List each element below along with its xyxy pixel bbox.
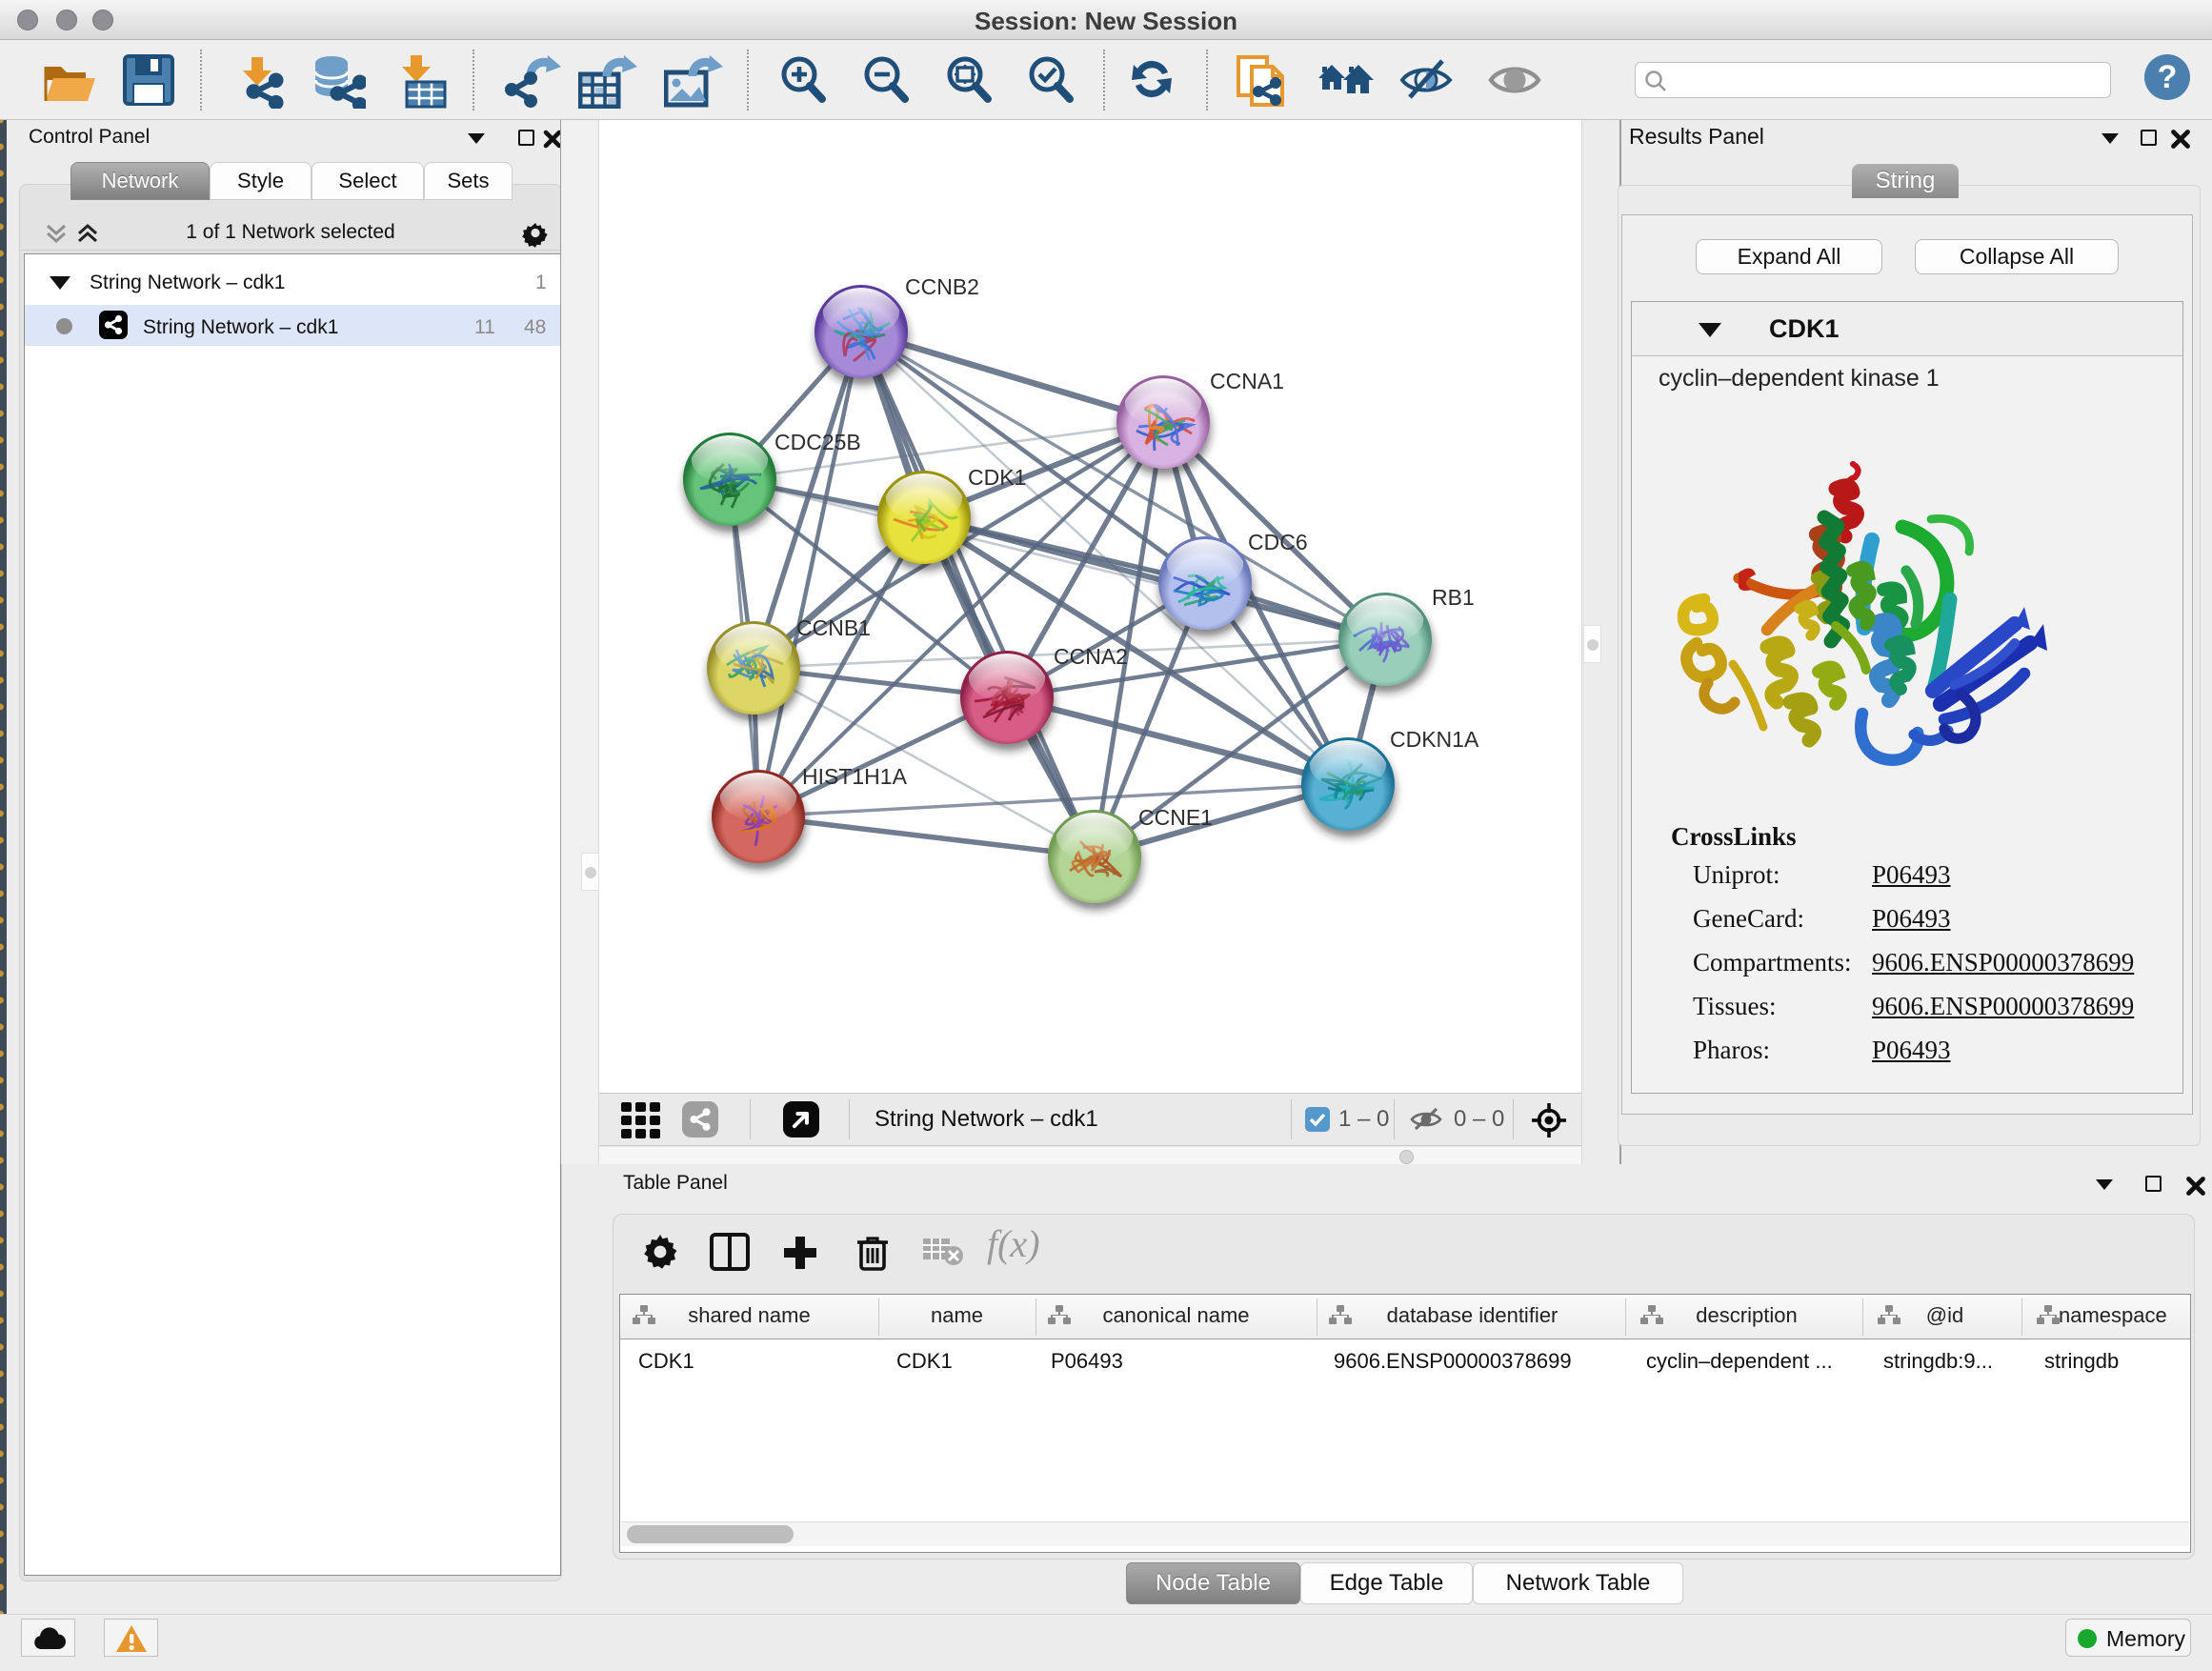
svg-text:CDKN1A: CDKN1A bbox=[1390, 727, 1479, 752]
svg-text:CCNE1: CCNE1 bbox=[1138, 805, 1213, 830]
svg-text:CCNB1: CCNB1 bbox=[796, 615, 871, 640]
svg-text:?: ? bbox=[2158, 59, 2178, 95]
svg-text:CDK1: CDK1 bbox=[968, 465, 1026, 490]
svg-text:CDC6: CDC6 bbox=[1248, 530, 1308, 554]
svg-text:RB1: RB1 bbox=[1432, 585, 1475, 610]
svg-text:HIST1H1A: HIST1H1A bbox=[802, 764, 908, 789]
svg-text:CDC25B: CDC25B bbox=[774, 430, 861, 454]
svg-text:CCNA2: CCNA2 bbox=[1054, 644, 1128, 669]
svg-text:CCNA1: CCNA1 bbox=[1210, 369, 1284, 393]
svg-text:CCNB2: CCNB2 bbox=[905, 274, 979, 299]
